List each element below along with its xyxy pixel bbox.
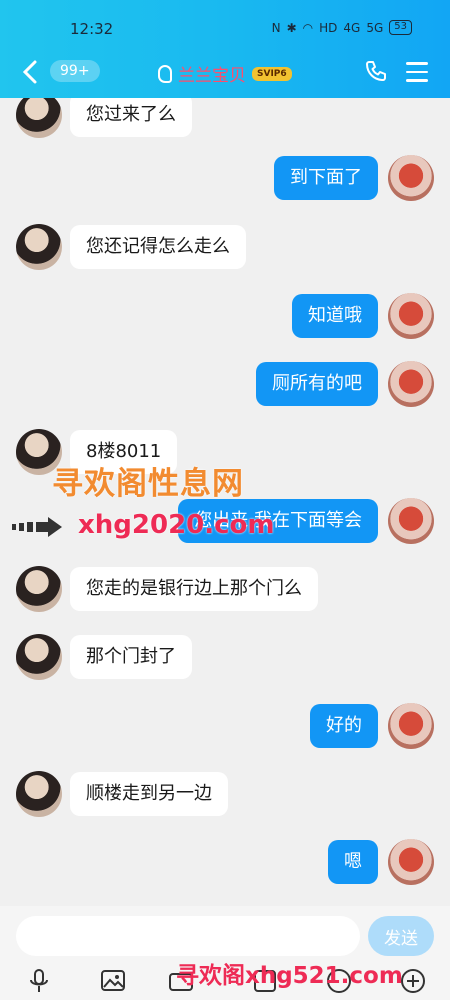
composer: 发送 寻欢阁xhg521.com [0, 906, 450, 1000]
contact-name: 兰兰宝贝 [178, 66, 246, 86]
signal-icon-2: 5G [366, 20, 384, 35]
message-bubble[interactable]: 您走的是银行边上那个门么 [70, 567, 318, 611]
my-avatar[interactable] [388, 703, 434, 749]
my-avatar[interactable] [388, 155, 434, 201]
microphone-icon[interactable] [26, 968, 52, 994]
watermark-text: 寻欢阁性息网 [52, 466, 244, 502]
message-row: 顺楼走到另一边 [16, 771, 228, 817]
message-row: 您还记得怎么走么 [16, 224, 246, 270]
arrow-right-icon [12, 517, 62, 537]
vip-badge: SVIP6 [252, 66, 292, 81]
message-row: 知道哦 [292, 293, 434, 339]
hd-icon: HD [319, 20, 338, 35]
phone-icon[interactable] [364, 59, 388, 83]
contact-avatar[interactable] [16, 224, 62, 270]
message-bubble[interactable]: 嗯 [328, 840, 378, 884]
message-row: 那个门封了 [16, 634, 192, 680]
my-avatar[interactable] [388, 361, 434, 407]
image-icon[interactable] [100, 968, 126, 994]
nav-bar: 99+ 兰兰宝贝 SVIP6 [0, 55, 450, 95]
message-bubble[interactable]: 那个门封了 [70, 635, 192, 679]
contact-avatar[interactable] [16, 566, 62, 612]
my-avatar[interactable] [388, 498, 434, 544]
back-button[interactable] [22, 59, 38, 92]
message-bubble[interactable]: 厕所有的吧 [256, 362, 378, 406]
contact-avatar[interactable] [16, 98, 62, 138]
unread-badge[interactable]: 99+ [50, 60, 100, 82]
status-time: 12:32 [70, 20, 114, 38]
my-avatar[interactable] [388, 293, 434, 339]
message-input[interactable] [16, 916, 360, 956]
chevron-left-icon [22, 60, 37, 84]
contact-avatar[interactable] [16, 771, 62, 817]
message-bubble[interactable]: 您还记得怎么走么 [70, 225, 246, 269]
message-row: 到下面了 [274, 155, 434, 201]
ear-icon [158, 64, 172, 83]
bluetooth-icon: ✱ [286, 20, 297, 35]
signal-icon-1: 4G [343, 20, 361, 35]
message-bubble[interactable]: 您过来了么 [70, 98, 192, 137]
menu-icon[interactable] [406, 62, 428, 88]
message-row: 您过来了么 [16, 98, 192, 138]
message-row: 好的 [310, 703, 434, 749]
status-bar: 12:32 N ✱ ◠ HD 4G 5G 53 [0, 0, 450, 55]
contact-title[interactable]: 兰兰宝贝 SVIP6 [158, 61, 292, 86]
my-avatar[interactable] [388, 839, 434, 885]
nfc-icon: N [271, 20, 281, 35]
plus-icon[interactable] [400, 968, 426, 994]
watermark-footer: 寻欢阁xhg521.com [176, 963, 403, 989]
send-button[interactable]: 发送 [368, 916, 434, 956]
message-bubble[interactable]: 顺楼走到另一边 [70, 772, 228, 816]
message-row: 您走的是银行边上那个门么 [16, 566, 318, 612]
message-bubble[interactable]: 到下面了 [274, 156, 378, 200]
message-bubble[interactable]: 好的 [310, 704, 378, 748]
wifi-icon: ◠ [302, 20, 314, 35]
message-bubble[interactable]: 知道哦 [292, 294, 378, 338]
watermark-url: xhg2020.com [78, 510, 275, 540]
contact-avatar[interactable] [16, 634, 62, 680]
message-row: 嗯 [328, 839, 434, 885]
chat-header: 12:32 N ✱ ◠ HD 4G 5G 53 99+ 兰兰宝贝 SVIP6 [0, 0, 450, 98]
status-icons: N ✱ ◠ HD 4G 5G 53 [272, 20, 412, 35]
battery-icon: 53 [389, 20, 412, 35]
message-row: 厕所有的吧 [256, 361, 434, 407]
